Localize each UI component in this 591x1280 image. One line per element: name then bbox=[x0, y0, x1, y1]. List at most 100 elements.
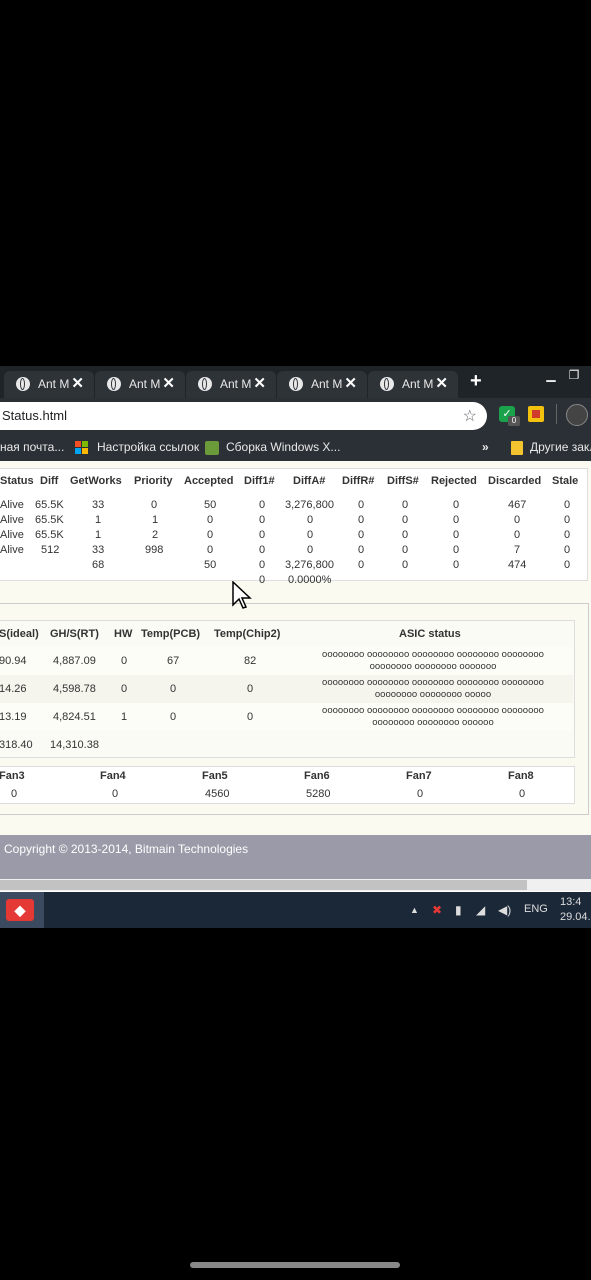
bookmark-mail[interactable]: ная почта... bbox=[0, 440, 64, 454]
asic-line: oooooooo oooooooo ooooooo bbox=[369, 661, 497, 672]
device-status-panel: S(ideal) GH/S(RT) HW Temp(PCB) Temp(Chip… bbox=[0, 603, 589, 815]
device-temp-chip2: 0 bbox=[247, 711, 254, 723]
pool-cell: 0 bbox=[514, 529, 521, 541]
pool-cell: 0 bbox=[402, 514, 409, 526]
pool-total-cell: 50 bbox=[204, 559, 217, 571]
col-asic-status: ASIC status bbox=[399, 628, 461, 640]
col-ghs-ideal: S(ideal) bbox=[0, 628, 39, 640]
pool-total-cell: 3,276,800 bbox=[285, 559, 334, 571]
home-indicator[interactable] bbox=[190, 1262, 400, 1268]
pools-table: Status Diff GetWorks Priority Accepted D… bbox=[0, 468, 588, 586]
more-bookmarks-chevron[interactable]: » bbox=[482, 440, 489, 454]
device-hw: 1 bbox=[121, 711, 128, 723]
pool-cell: 65.5K bbox=[35, 514, 64, 526]
tray-expand-icon[interactable]: ▲ bbox=[410, 905, 419, 915]
tab-label: Ant Mi bbox=[311, 377, 343, 391]
browser-tab[interactable]: Ant Mi ✕ bbox=[277, 371, 367, 398]
pool-cell: 0 bbox=[453, 544, 460, 556]
page-footer: Copyright © 2013-2014, Bitmain Technolog… bbox=[0, 835, 591, 879]
browser-tab[interactable]: Ant Mi ✕ bbox=[95, 371, 185, 398]
signal-icon[interactable]: ◢ bbox=[476, 903, 485, 917]
pool-cell: 50 bbox=[204, 499, 217, 511]
col-diff: Diff bbox=[40, 475, 59, 487]
horizontal-scrollbar[interactable] bbox=[0, 879, 591, 891]
fan-header: Fan6 bbox=[304, 770, 330, 782]
close-tab-icon[interactable]: ✕ bbox=[344, 374, 357, 392]
pool-cell: Alive bbox=[0, 499, 24, 511]
browser-tab[interactable]: Ant Mi ✕ bbox=[186, 371, 276, 398]
device-row: 14.26 4,598.78 0 0 0 oooooooo oooooooo o… bbox=[0, 675, 573, 703]
address-bar[interactable]: Status.html ☆ bbox=[0, 402, 487, 430]
col-hw: HW bbox=[114, 628, 133, 640]
pool-total-cell: 0 bbox=[564, 559, 571, 571]
asic-line: oooooooo oooooooo oooooooo oooooooo oooo… bbox=[322, 705, 544, 716]
browser-tab[interactable]: Ant Mi ✕ bbox=[368, 371, 458, 398]
tab-label: Ant Mi bbox=[402, 377, 434, 391]
bookmark-star-icon[interactable]: ☆ bbox=[463, 406, 477, 426]
col-status: Status bbox=[0, 475, 34, 487]
col-diffr: DiffR# bbox=[342, 475, 375, 487]
taskbar-app-button[interactable]: ◆ bbox=[0, 892, 44, 928]
bookmarks-bar: ная почта... Настройка ссылок Сборка Win… bbox=[0, 434, 591, 461]
pool-cell: 0 bbox=[307, 529, 314, 541]
minimize-icon[interactable]: ▁ bbox=[540, 368, 562, 384]
pool-total-cell: 0 bbox=[453, 559, 460, 571]
system-clock[interactable]: 13:4 29.04.2 bbox=[560, 895, 591, 925]
url-text[interactable]: Status.html bbox=[2, 408, 67, 423]
close-tab-icon[interactable]: ✕ bbox=[162, 374, 175, 392]
asic-line: oooooooo oooooooo oooooo bbox=[372, 717, 494, 728]
pool-cell: 0 bbox=[259, 529, 266, 541]
asic-status-cell: oooooooo oooooooo oooooooo oooooooo oooo… bbox=[296, 705, 570, 729]
col-getworks: GetWorks bbox=[70, 475, 122, 487]
col-rejected: Rejected bbox=[431, 475, 477, 487]
bookmark-link-settings[interactable]: Настройка ссылок bbox=[97, 440, 199, 454]
device-temp-pcb: 67 bbox=[167, 655, 180, 667]
bookmark-windows-build[interactable]: Сборка Windows X... bbox=[226, 440, 340, 454]
pool-cell: 0 bbox=[259, 544, 266, 556]
tab-label: Ant Mi bbox=[129, 377, 161, 391]
device-ghs-rt: 4,824.51 bbox=[53, 711, 96, 723]
browser-tab[interactable]: Ant Mi ✕ bbox=[4, 371, 94, 398]
device-row: 13.19 4,824.51 1 0 0 oooooooo oooooooo o… bbox=[0, 703, 573, 731]
microsoft-icon bbox=[75, 441, 89, 455]
col-diff1: Diff1# bbox=[244, 475, 275, 487]
folder-icon bbox=[511, 441, 523, 455]
image-extension-icon[interactable] bbox=[528, 406, 544, 422]
bookmark-other[interactable]: Другие закл bbox=[530, 440, 591, 454]
language-indicator[interactable]: ENG bbox=[524, 903, 548, 915]
pool-cell: 0 bbox=[453, 514, 460, 526]
pool-total-cell: 474 bbox=[508, 559, 527, 571]
close-tab-icon[interactable]: ✕ bbox=[253, 374, 266, 392]
restore-icon[interactable]: ❐ bbox=[563, 368, 585, 384]
network-error-icon[interactable]: ✖ bbox=[432, 903, 442, 917]
device-total-ideal: 318.40 bbox=[0, 739, 33, 751]
fan-value: 0 bbox=[112, 788, 119, 800]
mouse-cursor-icon bbox=[232, 581, 252, 609]
pool-cell: 0 bbox=[207, 529, 214, 541]
volume-icon[interactable]: ◀) bbox=[498, 903, 511, 917]
device-row: 90.94 4,887.09 0 67 82 oooooooo oooooooo… bbox=[0, 647, 573, 675]
pool-cell: 0 bbox=[564, 514, 571, 526]
device-ghs-rt: 4,887.09 bbox=[53, 655, 96, 667]
pool-cell: 1 bbox=[95, 514, 102, 526]
pool-cell: 0 bbox=[358, 529, 365, 541]
new-tab-icon[interactable]: + bbox=[470, 370, 482, 393]
col-ghs-rt: GH/S(RT) bbox=[50, 628, 99, 640]
scrollbar-thumb[interactable] bbox=[0, 880, 527, 890]
pool-cell: 7 bbox=[514, 544, 521, 556]
pool-cell: 0 bbox=[453, 529, 460, 541]
tab-label: Ant Mi bbox=[38, 377, 70, 391]
battery-icon[interactable]: ▮ bbox=[455, 903, 462, 917]
pool-cell: Alive bbox=[0, 544, 24, 556]
profile-avatar[interactable] bbox=[566, 404, 588, 426]
close-tab-icon[interactable]: ✕ bbox=[435, 374, 448, 392]
col-diffa: DiffA# bbox=[293, 475, 326, 487]
pool-cell: 0 bbox=[564, 544, 571, 556]
copyright-text: Copyright © 2013-2014, Bitmain Technolog… bbox=[4, 842, 249, 856]
fan-header: Fan3 bbox=[0, 770, 25, 782]
close-tab-icon[interactable]: ✕ bbox=[71, 374, 84, 392]
col-temp-chip2: Temp(Chip2) bbox=[214, 628, 281, 640]
device-temp-pcb: 0 bbox=[170, 711, 177, 723]
fan-value: 5280 bbox=[306, 788, 331, 800]
tab-strip: Ant Mi ✕ Ant Mi ✕ Ant Mi ✕ Ant Mi ✕ Ant … bbox=[0, 366, 591, 398]
